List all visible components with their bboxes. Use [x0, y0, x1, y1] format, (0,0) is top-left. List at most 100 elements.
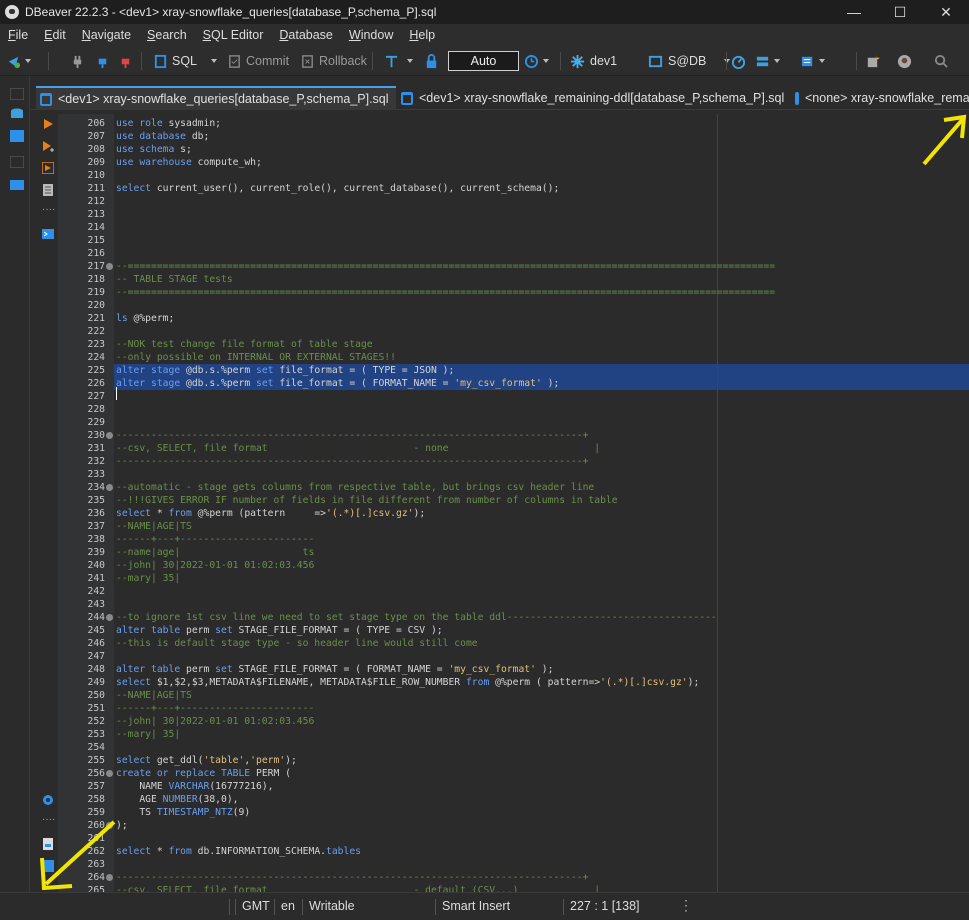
line-number: 221 — [87, 313, 106, 324]
database-tasks-button[interactable] — [755, 46, 780, 76]
settings-icon[interactable] — [42, 794, 54, 806]
menu-file[interactable]: File — [0, 28, 36, 42]
tab-label: <none> xray-snowflake_rema — [805, 91, 969, 105]
code-line: --NAME|AGE|TS — [116, 520, 192, 533]
active-schema-selector[interactable]: S@DB — [648, 46, 731, 76]
code-token: VARCHAR — [168, 781, 210, 792]
history-button[interactable] — [524, 46, 549, 76]
fold-toggle-icon[interactable] — [106, 484, 113, 491]
sql-editor[interactable]: use role sysadmin; use database db; use sc… — [114, 114, 969, 892]
code-line: alter table perm set STAGE_FILE_FORMAT =… — [116, 624, 443, 637]
line-number: 228 — [87, 404, 106, 415]
menu-edit[interactable]: Edit — [36, 28, 74, 42]
dashboard-button[interactable] — [731, 46, 746, 76]
editor-tab-bar: <dev1> xray-snowflake_queries[database_P… — [31, 86, 969, 110]
search-icon — [934, 54, 948, 68]
fold-toggle-icon[interactable] — [106, 432, 113, 439]
line-number: 214 — [87, 222, 106, 233]
sql-label: SQL — [172, 54, 198, 68]
code-token: from — [168, 846, 192, 857]
print-margin-line — [717, 114, 718, 892]
navigator-menu-button[interactable] — [6, 46, 31, 76]
disconnect-button[interactable] — [118, 46, 133, 76]
code-token: select — [116, 755, 151, 766]
insert-mode-status[interactable]: Smart Insert — [435, 899, 510, 915]
terminal-icon[interactable] — [42, 228, 54, 240]
new-project-button[interactable] — [865, 46, 880, 76]
fold-toggle-icon[interactable] — [106, 263, 113, 270]
code-token: ----------------------------------------… — [116, 872, 589, 883]
tab-remaining-sql[interactable]: <none> xray-snowflake_rema — [791, 86, 969, 110]
rollback-button[interactable]: Rollback — [300, 46, 367, 76]
code-token: NUMBER — [162, 794, 198, 805]
code-token: --this is default stage type - so header… — [116, 638, 478, 649]
transaction-mode-field[interactable]: Auto — [448, 51, 519, 71]
folder-icon[interactable] — [10, 178, 24, 190]
menu-search[interactable]: Search — [139, 28, 195, 42]
line-number: 252 — [87, 716, 106, 727]
close-button[interactable]: ✕ — [923, 0, 969, 24]
projects-icon[interactable] — [10, 130, 24, 142]
database-icon[interactable] — [10, 108, 24, 120]
status-bar: GMT en Writable Smart Insert 227 : 1 [13… — [0, 892, 969, 920]
status-menu-icon[interactable]: ⋮ — [679, 897, 693, 914]
code-line: use schema s; — [116, 143, 192, 156]
menu-database[interactable]: Database — [271, 28, 341, 42]
menu-navigate[interactable]: Navigate — [74, 28, 139, 42]
code-token: NAME — [116, 781, 169, 792]
panel-icon[interactable] — [10, 156, 24, 168]
code-token: perm — [180, 625, 216, 636]
lock-button[interactable] — [424, 46, 439, 76]
code-token: ); — [285, 755, 297, 766]
code-line: alter stage @db.s.%perm set file_format … — [116, 377, 559, 390]
code-token: use role — [116, 118, 163, 129]
fold-toggle-icon[interactable] — [106, 614, 113, 621]
navigator-icon[interactable] — [10, 88, 24, 100]
line-number: 242 — [87, 586, 106, 597]
tab-queries-sql[interactable]: <dev1> xray-snowflake_queries[database_P… — [36, 86, 396, 110]
active-connection-selector[interactable]: dev1 — [570, 46, 617, 76]
menu-sql-editor[interactable]: SQL Editor — [195, 28, 272, 42]
minimize-button[interactable]: — — [831, 0, 877, 24]
tab-remaining-ddl-sql[interactable]: <dev1> xray-snowflake_remaining-ddl[data… — [397, 86, 789, 110]
line-number: 212 — [87, 196, 106, 207]
code-token: @%perm; — [133, 313, 175, 324]
execute-statement-icon[interactable] — [42, 118, 54, 130]
code-token: --mary| 35| — [116, 729, 181, 740]
connect-button[interactable] — [70, 46, 85, 76]
code-line: --csv, SELECT, file format - none | — [116, 442, 600, 455]
invalidate-button[interactable] — [95, 46, 110, 76]
explain-plan-icon[interactable] — [42, 184, 54, 196]
menu-window[interactable]: Window — [341, 28, 401, 42]
sql-editor-button[interactable]: SQL — [153, 46, 218, 76]
line-number: 225 — [87, 365, 106, 376]
more-actions-icon[interactable]: ···· — [42, 205, 55, 218]
plug-refresh-icon — [98, 58, 107, 68]
account-button[interactable] — [897, 46, 912, 76]
code-token: --name|age| ts — [116, 547, 315, 558]
timezone-status[interactable]: GMT — [235, 899, 270, 915]
code-token: --csv, SELECT, file format - none | — [116, 443, 601, 454]
code-token: current_user(), current_role(), current_… — [156, 183, 560, 194]
gauge-icon — [731, 55, 746, 69]
code-token: s; — [180, 144, 192, 155]
execute-in-new-tab-icon[interactable] — [42, 140, 54, 152]
commit-button[interactable]: Commit — [227, 46, 289, 76]
code-token: db; — [191, 131, 210, 142]
code-token: --======================================… — [116, 287, 776, 298]
fold-toggle-icon[interactable] — [106, 770, 113, 777]
left-panel-strip — [0, 76, 30, 892]
execute-script-icon[interactable] — [42, 162, 54, 174]
menu-help[interactable]: Help — [401, 28, 443, 42]
search-button[interactable] — [934, 46, 949, 76]
maximize-button[interactable]: ☐ — [877, 0, 923, 24]
transaction-mode-button[interactable] — [384, 46, 413, 76]
locale-status[interactable]: en — [274, 899, 295, 915]
code-token: 'my_csv_format' — [448, 664, 536, 675]
menu-bar: File Edit Navigate Search SQL Editor Dat… — [0, 24, 969, 46]
commit-icon — [229, 54, 240, 68]
code-token: select — [116, 677, 151, 688]
code-token: select — [116, 183, 151, 194]
notes-button[interactable] — [800, 46, 825, 76]
annotation-arrow-icon — [922, 114, 967, 166]
